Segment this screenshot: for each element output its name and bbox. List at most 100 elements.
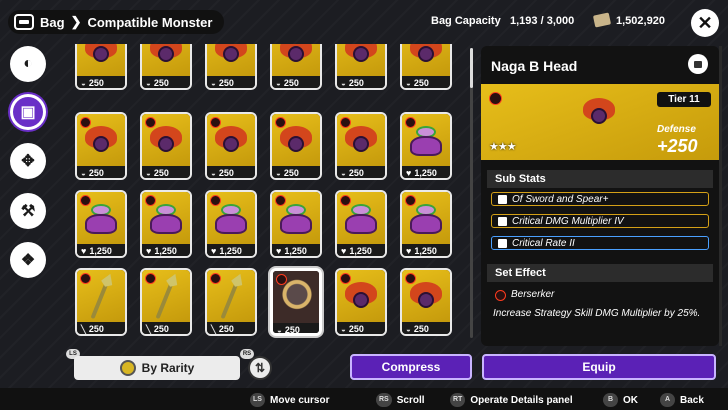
details-scrollbar[interactable]: [719, 46, 722, 346]
grid-scrollbar[interactable]: [470, 48, 473, 338]
nav-weapon-tab[interactable]: ◐: [10, 46, 46, 82]
card-footer: ◒ 250: [337, 166, 385, 178]
inventory-card[interactable]: ╲ 250: [140, 268, 192, 336]
inventory-card[interactable]: ♥ 1,250: [270, 190, 322, 258]
nav-tool-tab[interactable]: ⚒: [10, 193, 46, 229]
hint-ok[interactable]: B OK: [603, 393, 638, 407]
card-value: 250: [283, 168, 299, 178]
card-value: 1,250: [414, 246, 437, 256]
breadcrumb-separator: ❯: [70, 14, 82, 29]
naga-head-icon: [150, 126, 182, 156]
card-value: 250: [348, 324, 364, 334]
card-footer: ╲ 250: [77, 322, 125, 334]
hint-back[interactable]: A Back: [660, 393, 704, 407]
naga-head-icon: [583, 98, 615, 128]
slime-monster-icon: [150, 204, 182, 236]
lock-icon[interactable]: [688, 54, 708, 74]
card-footer: ◒ 250: [273, 323, 319, 335]
inventory-card[interactable]: ╲ 250: [75, 268, 127, 336]
hint-label: Back: [680, 394, 704, 406]
breadcrumb-root[interactable]: Bag: [40, 15, 65, 30]
sort-order-button[interactable]: ⇅: [248, 356, 272, 380]
close-button[interactable]: ✕: [691, 9, 719, 37]
slime-monster-icon: [215, 204, 247, 236]
sword-icon: ╲: [211, 324, 216, 334]
inventory-card[interactable]: ◒ 250: [140, 44, 192, 90]
currency-icon: [592, 12, 612, 28]
inventory-card[interactable]: ◒ 250: [335, 44, 387, 90]
inventory-card-selected[interactable]: ◒ 250: [270, 268, 322, 336]
slime-monster-icon: [410, 204, 442, 236]
defense-icon: ◒: [341, 324, 346, 334]
item-name: Naga B Head: [491, 58, 578, 74]
inventory-card[interactable]: ♥ 1,250: [400, 112, 452, 180]
nav-gem-tab[interactable]: ✥: [10, 143, 46, 179]
card-value: 250: [284, 325, 300, 335]
inventory-card[interactable]: ◒ 250: [335, 268, 387, 336]
heart-icon: ♥: [406, 246, 412, 256]
card-footer: ♥ 1,250: [272, 244, 320, 256]
inventory-card[interactable]: ♥ 1,250: [75, 190, 127, 258]
nav-monster-tab[interactable]: ▣: [10, 94, 46, 130]
card-value: 250: [153, 78, 169, 88]
card-footer: ◒ 250: [337, 76, 385, 88]
star-icon: [498, 238, 507, 248]
card-footer: ♥ 1,250: [402, 166, 450, 178]
b-key-icon: B: [603, 393, 618, 407]
heart-icon: ♥: [341, 246, 347, 256]
card-footer: ♥ 1,250: [207, 244, 255, 256]
inventory-grid: ◒ 250 ◒ 250 ◒ 250 ◒ 250 ◒ 250 ◒ 250 ◒ 250 ◒ 250 ◒ 250 ◒ 250…: [75, 44, 465, 338]
fire-element-icon: [276, 274, 287, 285]
card-art: [337, 44, 385, 76]
slime-monster-icon: [345, 204, 377, 236]
card-value: 1,250: [219, 246, 242, 256]
naga-head-icon: [85, 44, 117, 66]
hint-move-cursor: LS Move cursor: [250, 393, 329, 407]
card-value: 250: [153, 168, 169, 178]
details-panel: Naga B Head Tier 11 ★★★ Defense +250 Sub…: [481, 46, 719, 346]
star-rating: ★★★: [489, 141, 517, 153]
compress-button[interactable]: Compress: [350, 354, 472, 380]
heart-icon: ♥: [81, 246, 87, 256]
card-art: [207, 192, 255, 244]
inventory-card[interactable]: ◒ 250: [270, 112, 322, 180]
set-name: Berserker: [511, 289, 555, 300]
card-footer: ◒ 250: [272, 166, 320, 178]
card-art: [142, 44, 190, 76]
equip-button[interactable]: Equip: [482, 354, 716, 380]
inventory-card[interactable]: ◒ 250: [205, 44, 257, 90]
top-bar: Bag ❯ Compatible Monster Bag Capacity 1,…: [0, 0, 728, 44]
inventory-card[interactable]: ♥ 1,250: [140, 190, 192, 258]
fire-element-icon: [489, 92, 502, 105]
inventory-card[interactable]: ◒ 250: [205, 112, 257, 180]
sub-stat-label: Critical DMG Multiplier IV: [512, 215, 624, 227]
defense-icon: ◒: [211, 168, 216, 178]
inventory-card[interactable]: ◒ 250: [140, 112, 192, 180]
inventory-card[interactable]: ♥ 1,250: [335, 190, 387, 258]
card-value: 250: [413, 324, 429, 334]
inventory-card[interactable]: ◒ 250: [335, 112, 387, 180]
naga-head-icon: [410, 44, 442, 66]
inventory-card[interactable]: ◒ 250: [400, 268, 452, 336]
card-footer: ◒ 250: [77, 76, 125, 88]
spear-icon: [155, 274, 177, 320]
defense-icon: ◒: [81, 168, 86, 178]
inventory-card[interactable]: ◒ 250: [75, 112, 127, 180]
inventory-card[interactable]: ◒ 250: [75, 44, 127, 90]
nav-gift-tab[interactable]: ❖: [10, 242, 46, 278]
grid-scroll-thumb[interactable]: [470, 48, 473, 88]
card-value: 250: [88, 324, 104, 334]
inventory-card[interactable]: ◒ 250: [270, 44, 322, 90]
defense-icon: ◒: [276, 168, 281, 178]
inventory-card[interactable]: ╲ 250: [205, 268, 257, 336]
card-value: 250: [348, 78, 364, 88]
inventory-card[interactable]: ♥ 1,250: [205, 190, 257, 258]
inventory-card[interactable]: ◒ 250: [400, 44, 452, 90]
sort-by-rarity-button[interactable]: By Rarity: [74, 356, 240, 380]
card-art: [142, 114, 190, 166]
inventory-card[interactable]: ♥ 1,250: [400, 190, 452, 258]
sword-icon: ╲: [81, 324, 86, 334]
card-footer: ◒ 250: [207, 166, 255, 178]
set-description: Increase Strategy Skill DMG Multiplier b…: [493, 308, 701, 319]
gem-icon: ✥: [21, 153, 35, 170]
